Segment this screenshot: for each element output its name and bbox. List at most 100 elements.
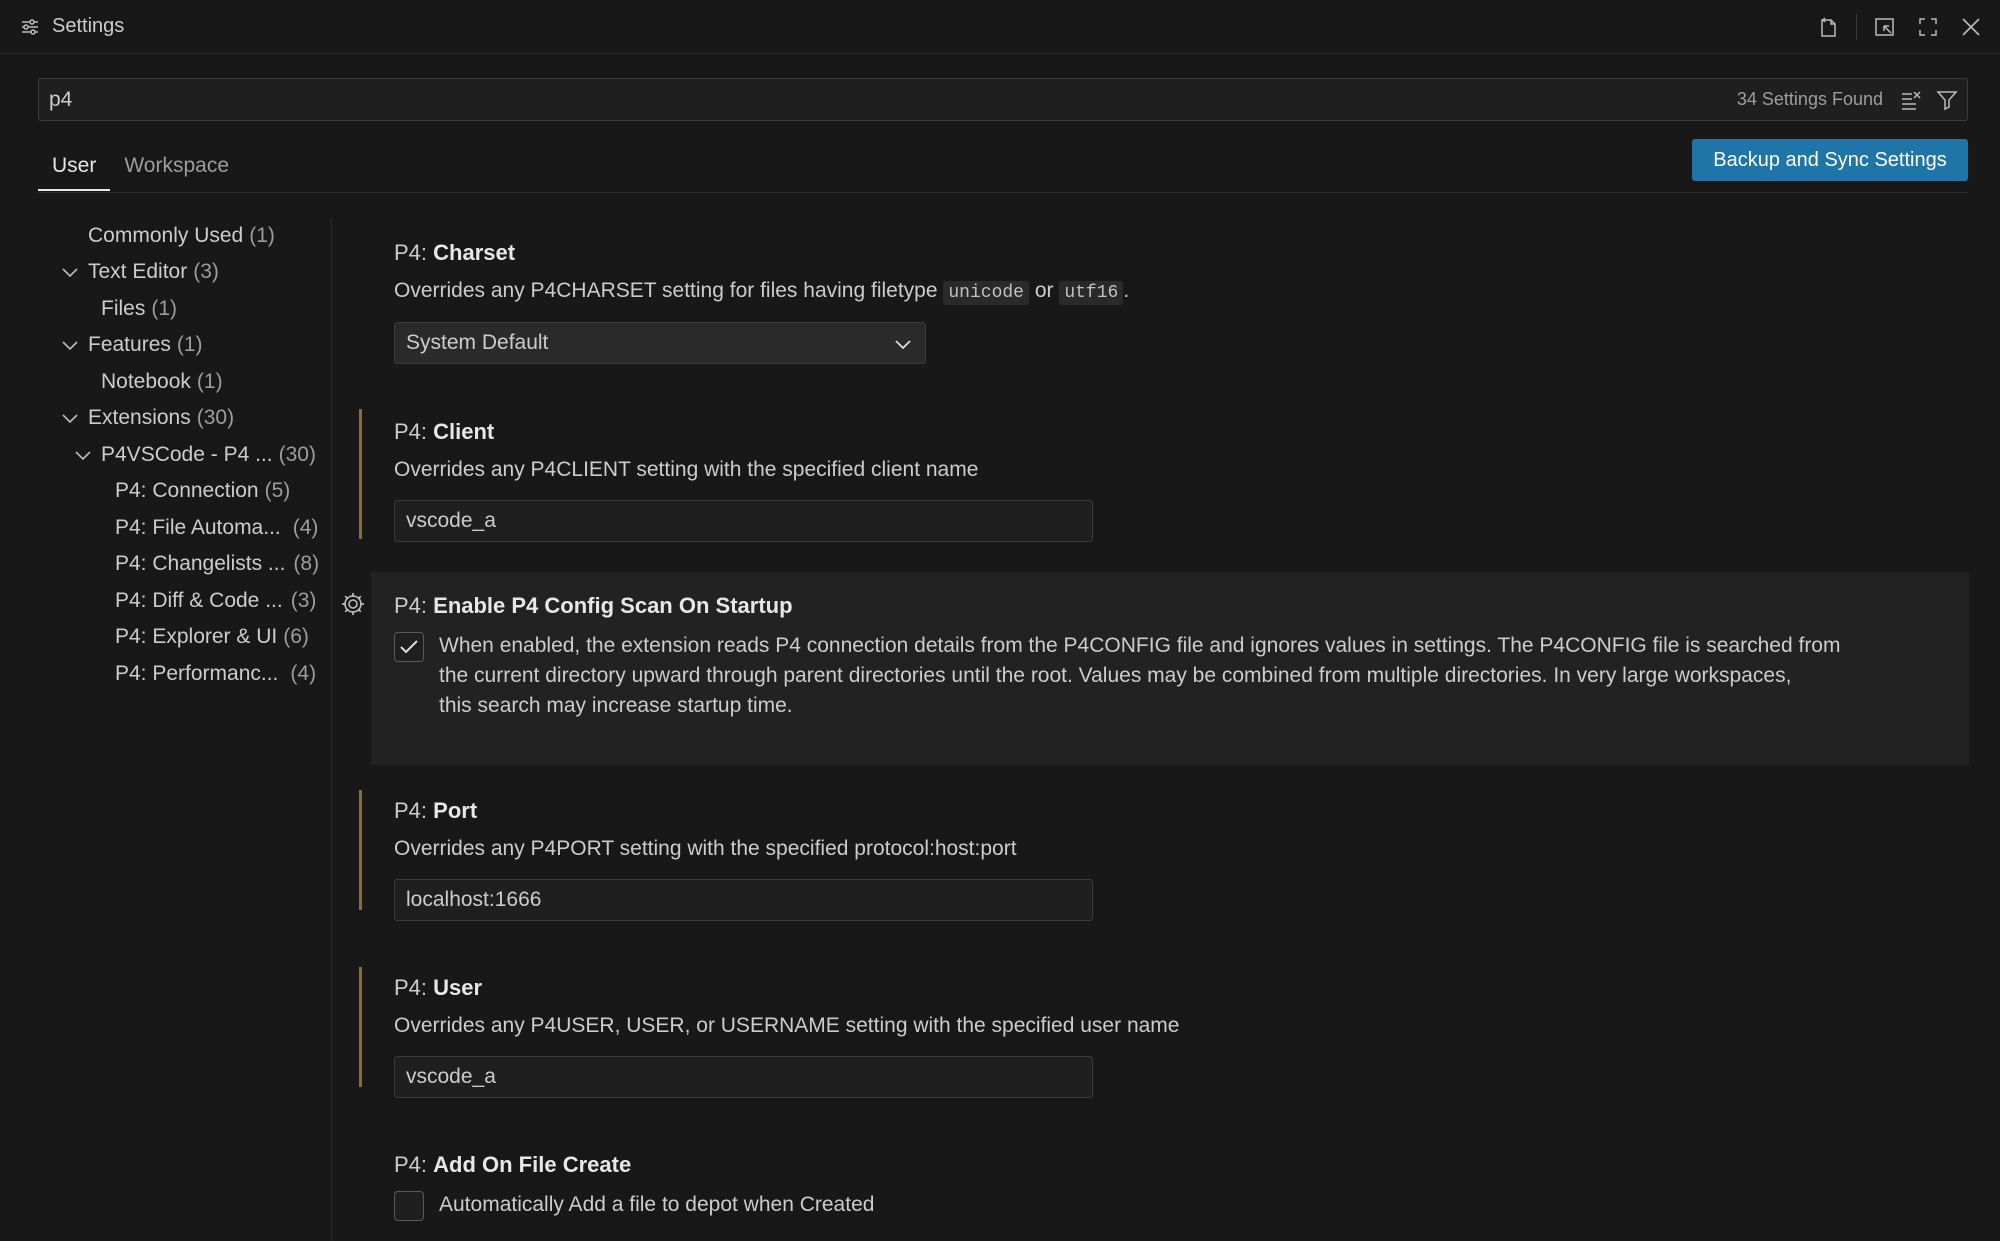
toc-count: (1): [176, 333, 203, 356]
description-text: .: [1123, 279, 1130, 302]
toc-item-p4-explorer-ui[interactable]: P4: Explorer & UI (6): [115, 619, 309, 655]
toc-label: Extensions: [88, 406, 191, 429]
close-icon: [1962, 18, 1980, 36]
settings-sliders-icon: [22, 19, 38, 35]
toc-label: Commonly Used: [88, 224, 244, 247]
toc-count: (5): [264, 479, 291, 502]
toc-item-p4-performance[interactable]: P4: Performanc... (4): [115, 656, 316, 692]
toc-item-extensions[interactable]: Extensions (30): [62, 400, 235, 436]
toc-label: P4: Explorer & UI: [115, 625, 278, 648]
setting-category: P4:: [394, 1152, 434, 1177]
clear-filter-icon[interactable]: [1899, 88, 1923, 112]
tabs-divider: [38, 192, 1968, 193]
toc-item-notebook[interactable]: Notebook (1): [101, 364, 223, 400]
setting-name: Port: [433, 798, 478, 823]
toc-label: Notebook: [101, 370, 191, 393]
search-results-count: 34 Settings Found: [1736, 89, 1883, 109]
toc-count: (4): [292, 516, 319, 539]
window-title: Settings: [52, 15, 125, 37]
settings-search-box: 34 Settings Found: [38, 78, 1968, 121]
gear-icon[interactable]: [340, 591, 366, 617]
port-input[interactable]: [394, 879, 1093, 921]
toc-count: (30): [196, 406, 235, 429]
modified-indicator: [359, 967, 362, 1087]
toc-item-p4-connection[interactable]: P4: Connection (5): [115, 473, 290, 509]
setting-user: P4: User Overrides any P4USER, USER, or …: [359, 967, 1969, 1107]
maximize-button[interactable]: [1913, 12, 1943, 42]
code-unicode: unicode: [943, 281, 1029, 305]
setting-category: P4:: [394, 593, 434, 618]
setting-title: P4: Client: [394, 419, 494, 445]
toc-label: P4: Connection: [115, 479, 259, 502]
chevron-down-icon: [62, 414, 78, 424]
toc-item-commonly-used[interactable]: Commonly Used (1): [88, 218, 275, 254]
toc-count: (1): [249, 224, 275, 247]
toc-count: (30): [278, 443, 316, 466]
search-input[interactable]: [49, 79, 1649, 120]
setting-charset: P4: Charset Overrides any P4CHARSET sett…: [371, 230, 1969, 380]
setting-description: Automatically Add a file to depot when C…: [439, 1193, 875, 1216]
config-scan-checkbox[interactable]: [394, 632, 424, 662]
toggle-layout-button[interactable]: [1870, 12, 1900, 42]
open-json-icon: [1821, 17, 1836, 37]
setting-name: Client: [433, 419, 495, 444]
toc-item-files[interactable]: Files (1): [101, 291, 177, 327]
modified-indicator: [359, 790, 362, 910]
setting-config-scan: P4: Enable P4 Config Scan On Startup Whe…: [371, 587, 1969, 757]
user-input[interactable]: [394, 1056, 1093, 1098]
setting-category: P4:: [394, 798, 434, 823]
toc-label: P4: Diff & Code ...: [115, 589, 283, 612]
select-value: System Default: [406, 331, 549, 354]
tab-user[interactable]: User: [38, 146, 111, 191]
toc-item-p4vscode[interactable]: P4VSCode - P4 ... (30): [75, 437, 316, 473]
setting-title: P4: Enable P4 Config Scan On Startup: [394, 593, 793, 619]
checkmark-icon: [400, 640, 418, 654]
chevron-down-icon: [62, 268, 78, 278]
setting-title: P4: Add On File Create: [394, 1152, 631, 1178]
setting-name: User: [433, 975, 483, 1000]
setting-category: P4:: [394, 240, 434, 265]
description-line: this search may increase startup time.: [439, 694, 793, 717]
toc-item-text-editor[interactable]: Text Editor (3): [62, 254, 219, 290]
toc-count: (1): [151, 297, 178, 320]
toc-label: P4: Performanc...: [115, 662, 279, 685]
backup-and-sync-button[interactable]: Backup and Sync Settings: [1692, 139, 1968, 181]
toc-count: (3): [193, 260, 219, 283]
toc-label: P4: File Automa...: [115, 516, 281, 539]
setting-add-on-file-create: P4: Add On File Create Automatically Add…: [371, 1144, 1969, 1241]
actions-separator: [1856, 14, 1857, 40]
toc-label: P4VSCode - P4 ...: [101, 443, 273, 466]
setting-name: Enable P4 Config Scan On Startup: [433, 593, 793, 618]
charset-select[interactable]: System Default: [394, 322, 926, 364]
toc-count: (3): [290, 589, 317, 612]
toc-count: (8): [293, 552, 320, 575]
toc-count: (6): [283, 625, 309, 648]
sidebar-divider: [331, 218, 332, 1241]
setting-title: P4: Port: [394, 798, 477, 824]
toc-label: P4: Changelists ...: [115, 552, 286, 575]
client-input[interactable]: [394, 500, 1093, 542]
add-on-create-checkbox[interactable]: [394, 1191, 424, 1221]
setting-client: P4: Client Overrides any P4CLIENT settin…: [359, 409, 1969, 549]
toc-item-p4-changelists[interactable]: P4: Changelists ... (8): [115, 546, 319, 582]
setting-category: P4:: [394, 419, 434, 444]
setting-description: Overrides any P4PORT setting with the sp…: [394, 837, 1017, 860]
setting-description: When enabled, the extension reads P4 con…: [439, 631, 1949, 721]
filter-icon[interactable]: [1935, 88, 1959, 112]
setting-name: Add On File Create: [433, 1152, 632, 1177]
toc-label: Text Editor: [88, 260, 188, 283]
setting-description: Overrides any P4USER, USER, or USERNAME …: [394, 1014, 1180, 1037]
setting-name: Charset: [433, 240, 516, 265]
modified-indicator: [359, 409, 362, 539]
close-button[interactable]: [1956, 12, 1986, 42]
setting-title: P4: Charset: [394, 240, 515, 266]
setting-description: Overrides any P4CLIENT setting with the …: [394, 458, 979, 481]
toc-label: Features: [88, 333, 171, 356]
toc-item-p4-file-automation[interactable]: P4: File Automa... (4): [115, 510, 318, 546]
toc-item-p4-diff-code[interactable]: P4: Diff & Code ... (3): [115, 583, 316, 619]
open-settings-json-button[interactable]: [1813, 12, 1843, 42]
chevron-down-icon: [62, 341, 78, 351]
chevron-down-icon: [75, 451, 91, 461]
toc-item-features[interactable]: Features (1): [62, 327, 203, 363]
tab-workspace[interactable]: Workspace: [110, 146, 243, 190]
